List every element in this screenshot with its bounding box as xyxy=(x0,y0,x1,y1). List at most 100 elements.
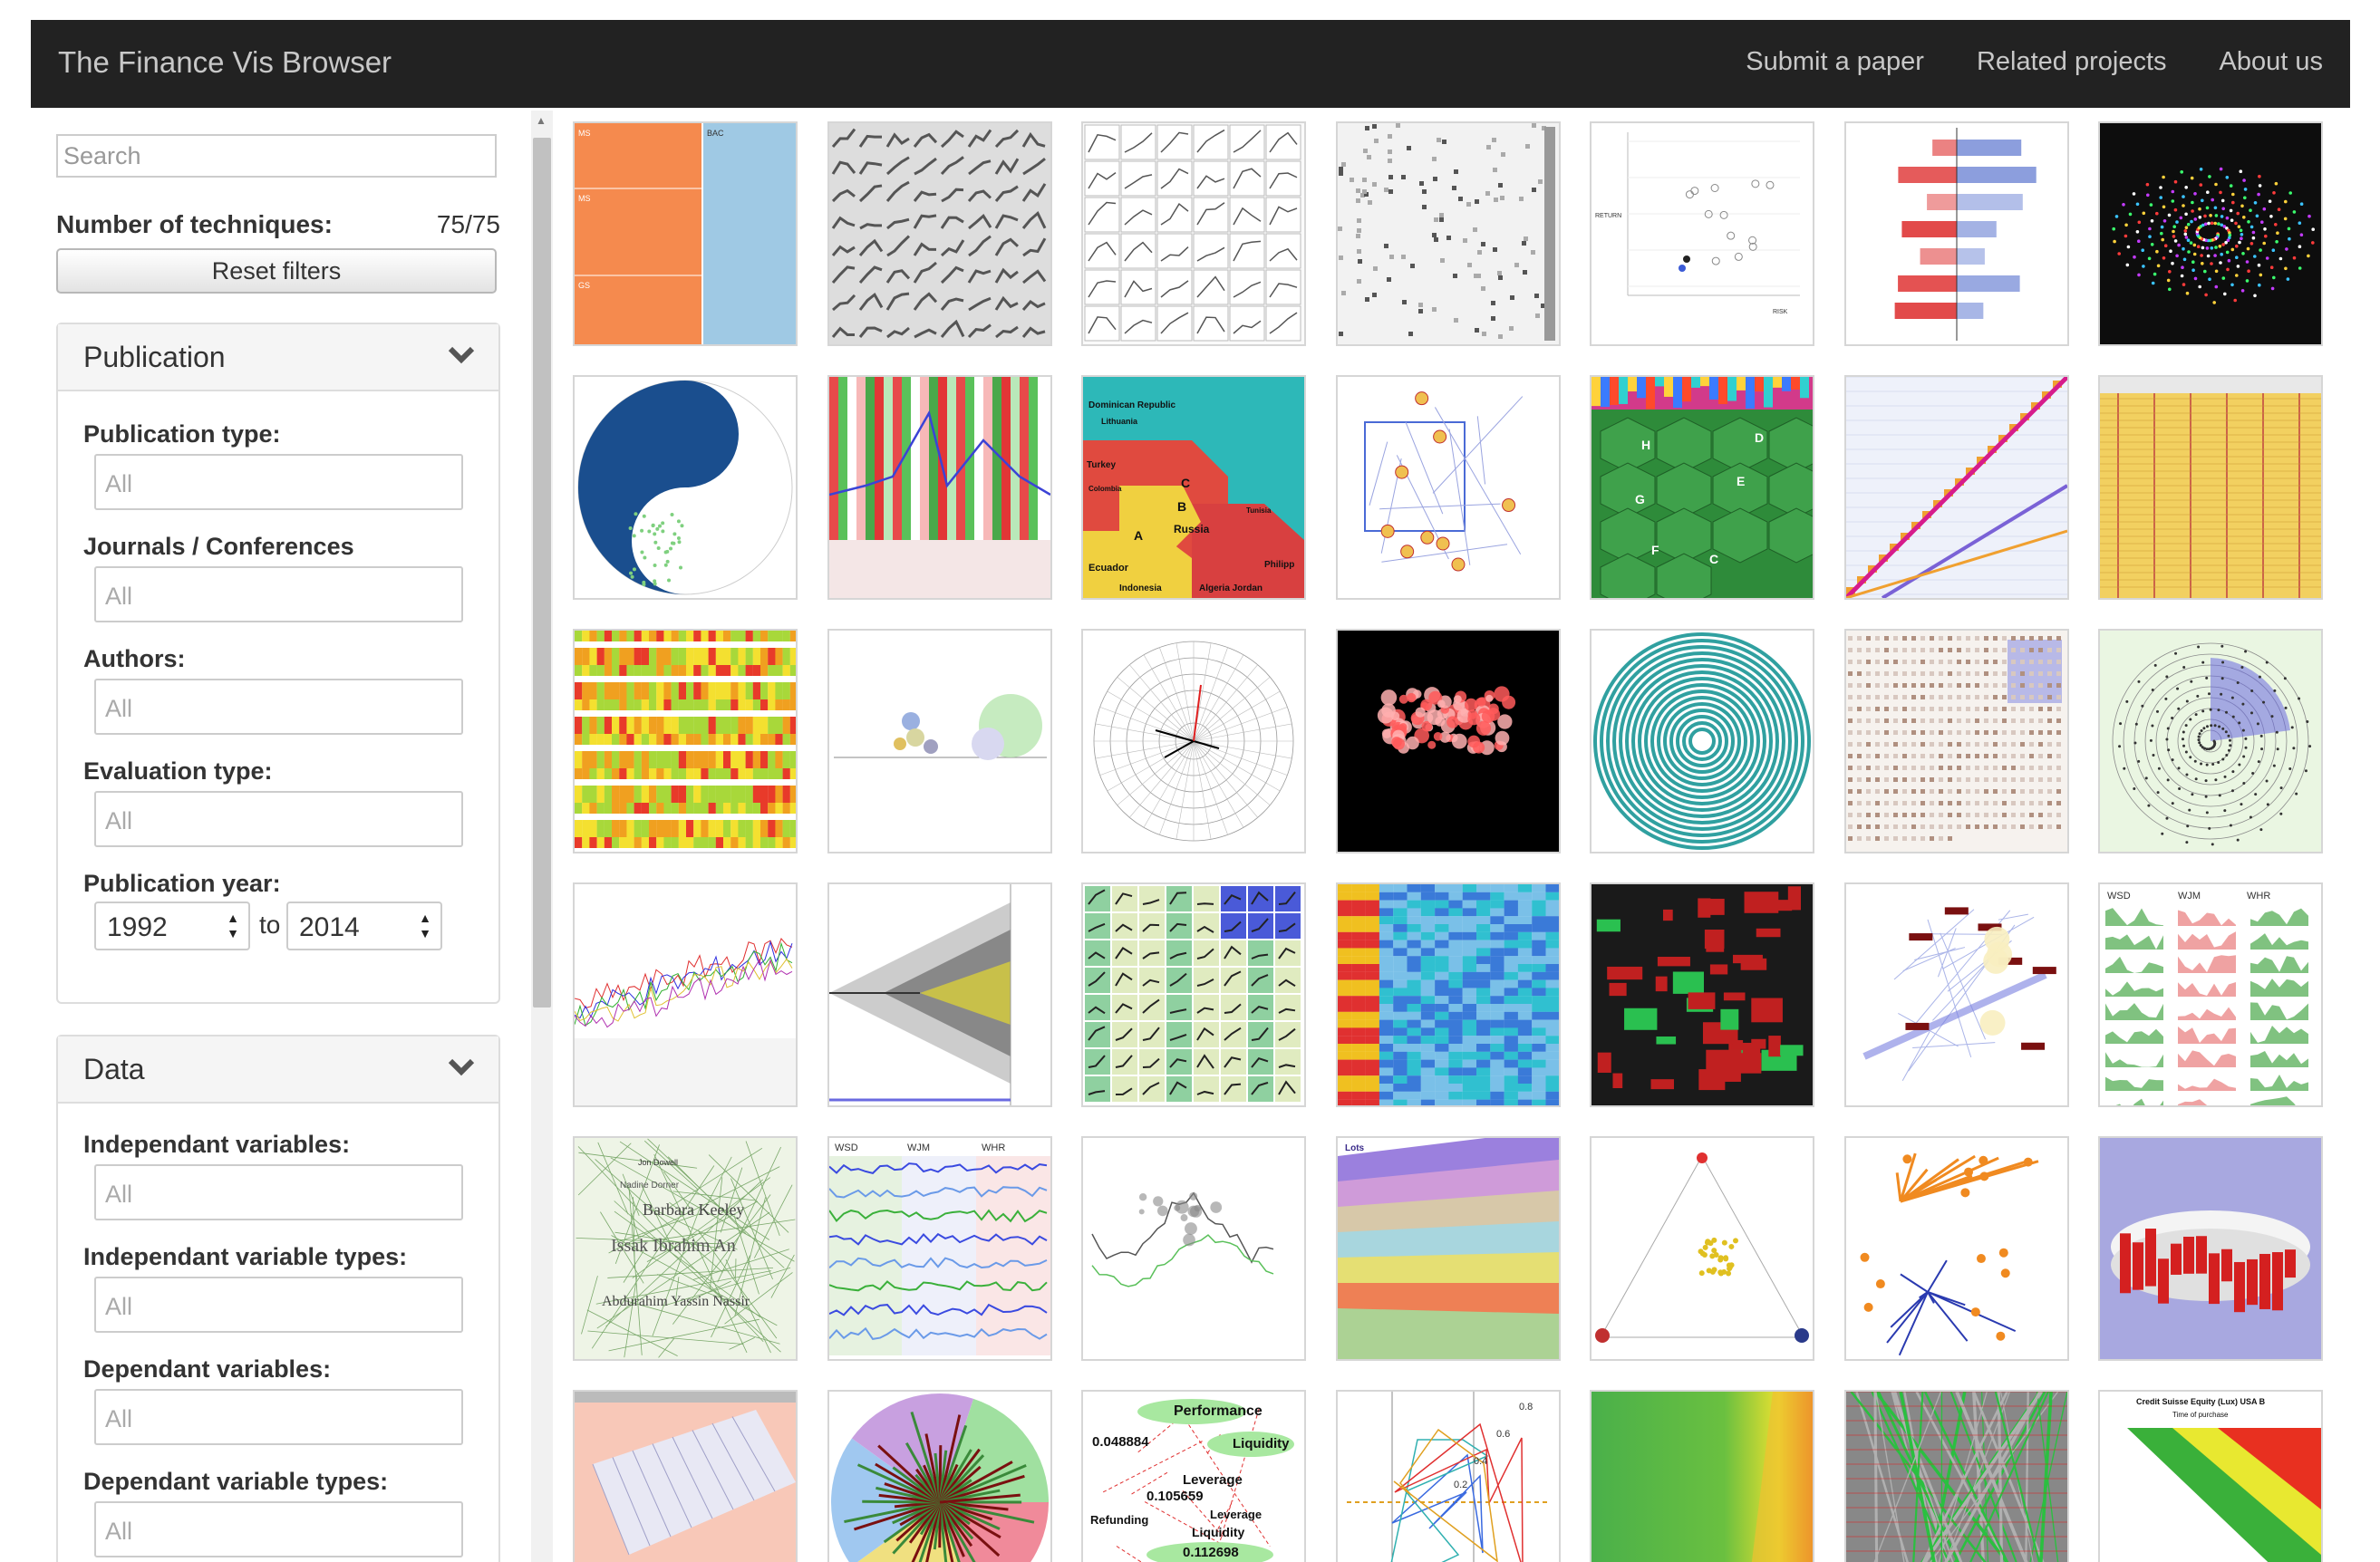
technique-thumbnail[interactable] xyxy=(1843,1136,2069,1361)
svg-text:0.105659: 0.105659 xyxy=(1146,1489,1204,1504)
technique-thumbnail[interactable]: WSD WJM WHR xyxy=(827,1136,1052,1361)
technique-thumbnail[interactable] xyxy=(573,1390,798,1562)
year-to-word: to xyxy=(259,911,281,939)
technique-thumbnail[interactable] xyxy=(1843,882,2069,1107)
technique-thumbnail[interactable]: H D E G F C xyxy=(1590,375,1814,600)
technique-thumbnail[interactable] xyxy=(573,882,798,1107)
nav-about-us[interactable]: About us xyxy=(2220,47,2323,77)
technique-thumbnail[interactable]: Jon Dowell Nadine Dorner Barbara Keeley Iss… xyxy=(573,1136,798,1361)
thumbnail-image: WSD WJM WHR xyxy=(828,1138,1050,1359)
technique-thumbnail[interactable] xyxy=(1590,629,1814,853)
thumbnail-image xyxy=(2100,123,2321,344)
nav-links: Submit a paper Related projects About us xyxy=(1746,47,2323,77)
technique-thumbnail[interactable] xyxy=(1590,1390,1814,1562)
technique-thumbnail[interactable] xyxy=(827,629,1052,853)
thumbnail-image xyxy=(1592,631,1813,852)
technique-thumbnail[interactable] xyxy=(827,375,1052,600)
nav-submit-paper[interactable]: Submit a paper xyxy=(1746,47,1924,77)
technique-thumbnail[interactable] xyxy=(1335,121,1561,346)
svg-text:G: G xyxy=(1635,492,1645,506)
publication-panel: Publication Publication type: All Journa… xyxy=(56,323,500,1004)
technique-thumbnail[interactable]: WSD WJM WHR xyxy=(2098,882,2323,1107)
dependent-variables-select[interactable]: All xyxy=(94,1389,463,1445)
svg-text:GS: GS xyxy=(578,281,590,290)
evaluation-type-select[interactable]: All xyxy=(94,791,463,847)
technique-thumbnail[interactable] xyxy=(1335,629,1561,853)
technique-thumbnail[interactable] xyxy=(2098,629,2323,853)
technique-thumbnail[interactable]: Performance 0.048884 Liquidity Leverage 0.10… xyxy=(1081,1390,1306,1562)
technique-thumbnail[interactable] xyxy=(2098,121,2323,346)
technique-thumbnail[interactable] xyxy=(1335,375,1561,600)
scroll-up-arrow-icon[interactable]: ▲ xyxy=(536,114,547,127)
technique-thumbnail[interactable] xyxy=(2098,375,2323,600)
technique-thumbnail[interactable] xyxy=(1843,629,2069,853)
thumbnail-image: Dominican Republic Lithuania Turkey Russia E… xyxy=(1083,377,1304,598)
sidebar-scrollbar[interactable]: ▲ xyxy=(531,111,553,1562)
year-from-input[interactable]: 1992 ▲ ▼ xyxy=(94,902,250,950)
technique-thumbnail[interactable]: MS BAC MS GS xyxy=(573,121,798,346)
thumbnail-image xyxy=(1845,377,2067,598)
technique-thumbnail[interactable] xyxy=(1081,121,1306,346)
year-to-value: 2014 xyxy=(299,912,360,942)
technique-thumbnail[interactable] xyxy=(827,882,1052,1107)
chevron-down-icon[interactable] xyxy=(448,1056,475,1078)
publication-panel-heading[interactable]: Publication xyxy=(58,324,498,391)
spinner-icon[interactable]: ▲ ▼ xyxy=(419,911,431,941)
thumbnail-image xyxy=(1592,1138,1813,1359)
technique-thumbnail[interactable] xyxy=(827,121,1052,346)
data-panel-title: Data xyxy=(83,1053,145,1085)
reset-filters-button[interactable]: Reset filters xyxy=(56,248,497,294)
spinner-icon[interactable]: ▲ ▼ xyxy=(227,911,239,941)
technique-thumbnail[interactable] xyxy=(573,375,798,600)
technique-thumbnail[interactable] xyxy=(827,1390,1052,1562)
technique-thumbnail[interactable] xyxy=(1335,882,1561,1107)
svg-text:B: B xyxy=(1177,499,1186,514)
svg-text:Issak Ibrahim An: Issak Ibrahim An xyxy=(611,1236,736,1256)
technique-thumbnail[interactable] xyxy=(1843,375,2069,600)
svg-text:C: C xyxy=(1181,476,1190,490)
data-panel-heading[interactable]: Data xyxy=(58,1037,498,1104)
technique-thumbnail[interactable] xyxy=(2098,1136,2323,1361)
thumbnail-image xyxy=(1845,1392,2067,1562)
authors-select[interactable]: All xyxy=(94,679,463,735)
svg-text:F: F xyxy=(1651,543,1659,557)
publication-type-select[interactable]: All xyxy=(94,454,463,510)
thumbnail-image xyxy=(1845,884,2067,1105)
thumbnail-image xyxy=(1337,377,1559,598)
dependent-variable-types-select[interactable]: All xyxy=(94,1501,463,1557)
technique-thumbnail[interactable] xyxy=(1081,1136,1306,1361)
technique-thumbnail[interactable] xyxy=(1590,882,1814,1107)
thumbnail-image xyxy=(828,377,1050,598)
thumbnail-image xyxy=(828,884,1050,1105)
technique-thumbnail[interactable]: Dominican Republic Lithuania Turkey Russia E… xyxy=(1081,375,1306,600)
technique-thumbnail[interactable]: Lots xyxy=(1335,1136,1561,1361)
technique-thumbnail[interactable]: RETURN RISK xyxy=(1590,121,1814,346)
technique-thumbnail[interactable] xyxy=(1590,1136,1814,1361)
svg-text:BAC: BAC xyxy=(707,129,724,138)
nav-related-projects[interactable]: Related projects xyxy=(1977,47,2167,77)
svg-text:RISK: RISK xyxy=(1773,309,1788,315)
technique-thumbnail[interactable] xyxy=(1843,1390,2069,1562)
technique-thumbnail[interactable] xyxy=(1843,121,2069,346)
technique-thumbnail[interactable]: Credit Suisse Equity (Lux) USA B Time of … xyxy=(2098,1390,2323,1562)
year-to-input[interactable]: 2014 ▲ ▼ xyxy=(286,902,442,950)
thumbnail-image xyxy=(575,884,796,1105)
journals-select[interactable]: All xyxy=(94,566,463,622)
technique-thumbnail[interactable] xyxy=(573,629,798,853)
thumbnail-image: Lots xyxy=(1337,1138,1559,1359)
svg-text:Time of purchase: Time of purchase xyxy=(2172,1411,2229,1419)
technique-thumbnail[interactable] xyxy=(1081,882,1306,1107)
brand-title[interactable]: The Finance Vis Browser xyxy=(58,45,392,80)
scrollbar-thumb[interactable] xyxy=(533,138,551,1008)
dependent-variable-types-label: Dependant variable types: xyxy=(83,1468,389,1495)
technique-thumbnail[interactable]: 0.8 0.6 0.4 0.2 xyxy=(1335,1390,1561,1562)
chevron-down-icon[interactable] xyxy=(448,344,475,366)
technique-thumbnail[interactable] xyxy=(1081,629,1306,853)
data-panel: Data Independant variables: All Independ… xyxy=(56,1035,500,1562)
independent-variables-select[interactable]: All xyxy=(94,1164,463,1220)
independent-variable-types-select[interactable]: All xyxy=(94,1277,463,1333)
search-input[interactable] xyxy=(56,134,497,178)
thumbnail-image xyxy=(1337,884,1559,1105)
svg-text:Performance: Performance xyxy=(1174,1403,1263,1419)
thumbnail-image xyxy=(1337,123,1559,344)
